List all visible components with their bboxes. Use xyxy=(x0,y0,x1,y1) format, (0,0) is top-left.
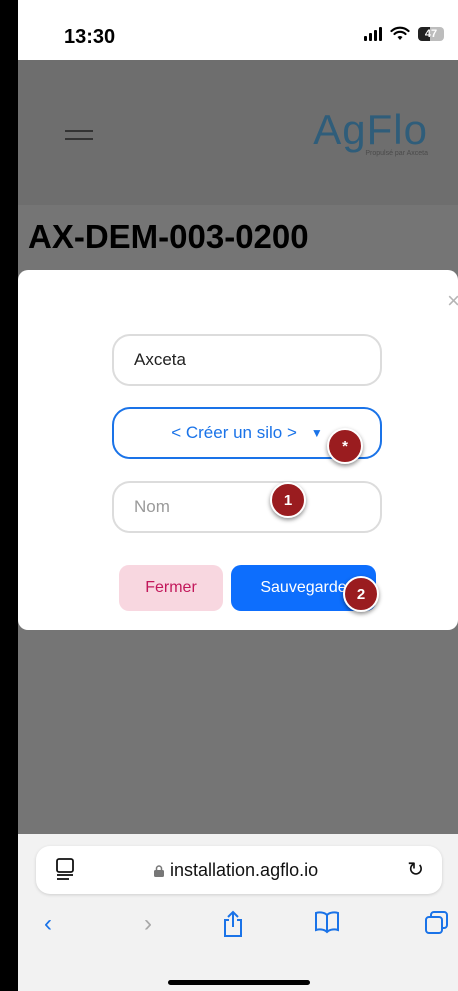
phone-screen: 13:30 47 AgFlo Propulsé par Axceta AX-DE… xyxy=(18,0,458,991)
battery-icon: 47 xyxy=(418,27,444,41)
annotation-marker-2: 2 xyxy=(343,576,379,612)
lock-icon xyxy=(154,865,164,877)
chevron-down-icon: ▼ xyxy=(310,426,323,440)
status-time: 13:30 xyxy=(64,26,116,48)
back-icon[interactable]: ‹ xyxy=(44,910,52,938)
reload-icon[interactable]: ↻ xyxy=(407,857,424,882)
tabs-icon[interactable] xyxy=(424,910,450,936)
browser-toolbar: ‹ › xyxy=(18,910,458,950)
battery-level: 47 xyxy=(424,28,438,40)
reader-icon[interactable] xyxy=(56,858,74,880)
page-title: AX-DEM-003-0200 xyxy=(28,218,309,255)
close-icon[interactable]: × xyxy=(447,288,458,314)
url-text[interactable]: installation.agflo.io xyxy=(154,860,318,881)
company-field[interactable]: Axceta xyxy=(112,334,382,386)
agflo-logo[interactable]: AgFlo Propulsé par Axceta xyxy=(313,106,428,157)
company-value: Axceta xyxy=(134,350,186,369)
share-icon[interactable] xyxy=(222,910,244,938)
bookmarks-icon[interactable] xyxy=(314,910,340,934)
browser-chrome: installation.agflo.io ↻ ‹ › xyxy=(18,834,458,991)
annotation-marker-star: * xyxy=(327,428,363,464)
app-header: AgFlo Propulsé par Axceta xyxy=(18,60,458,205)
signal-icon xyxy=(364,27,382,41)
create-silo-modal: × Axceta < Créer un silo > ▼ Nom Fermer … xyxy=(18,270,458,630)
address-bar[interactable]: installation.agflo.io ↻ xyxy=(36,846,442,894)
annotation-marker-1: 1 xyxy=(270,482,306,518)
wifi-icon xyxy=(390,26,410,40)
url-value: installation.agflo.io xyxy=(170,860,319,880)
status-icons: 47 xyxy=(364,26,444,42)
logo-text: AgFlo xyxy=(313,106,428,153)
home-indicator xyxy=(168,980,310,985)
name-input[interactable]: Nom xyxy=(112,481,382,533)
name-placeholder: Nom xyxy=(134,497,170,516)
status-bar: 13:30 47 xyxy=(18,0,458,60)
forward-icon[interactable]: › xyxy=(144,910,152,938)
menu-icon[interactable] xyxy=(65,130,93,140)
close-button[interactable]: Fermer xyxy=(119,565,223,611)
silo-select-label: < Créer un silo > xyxy=(171,423,297,442)
